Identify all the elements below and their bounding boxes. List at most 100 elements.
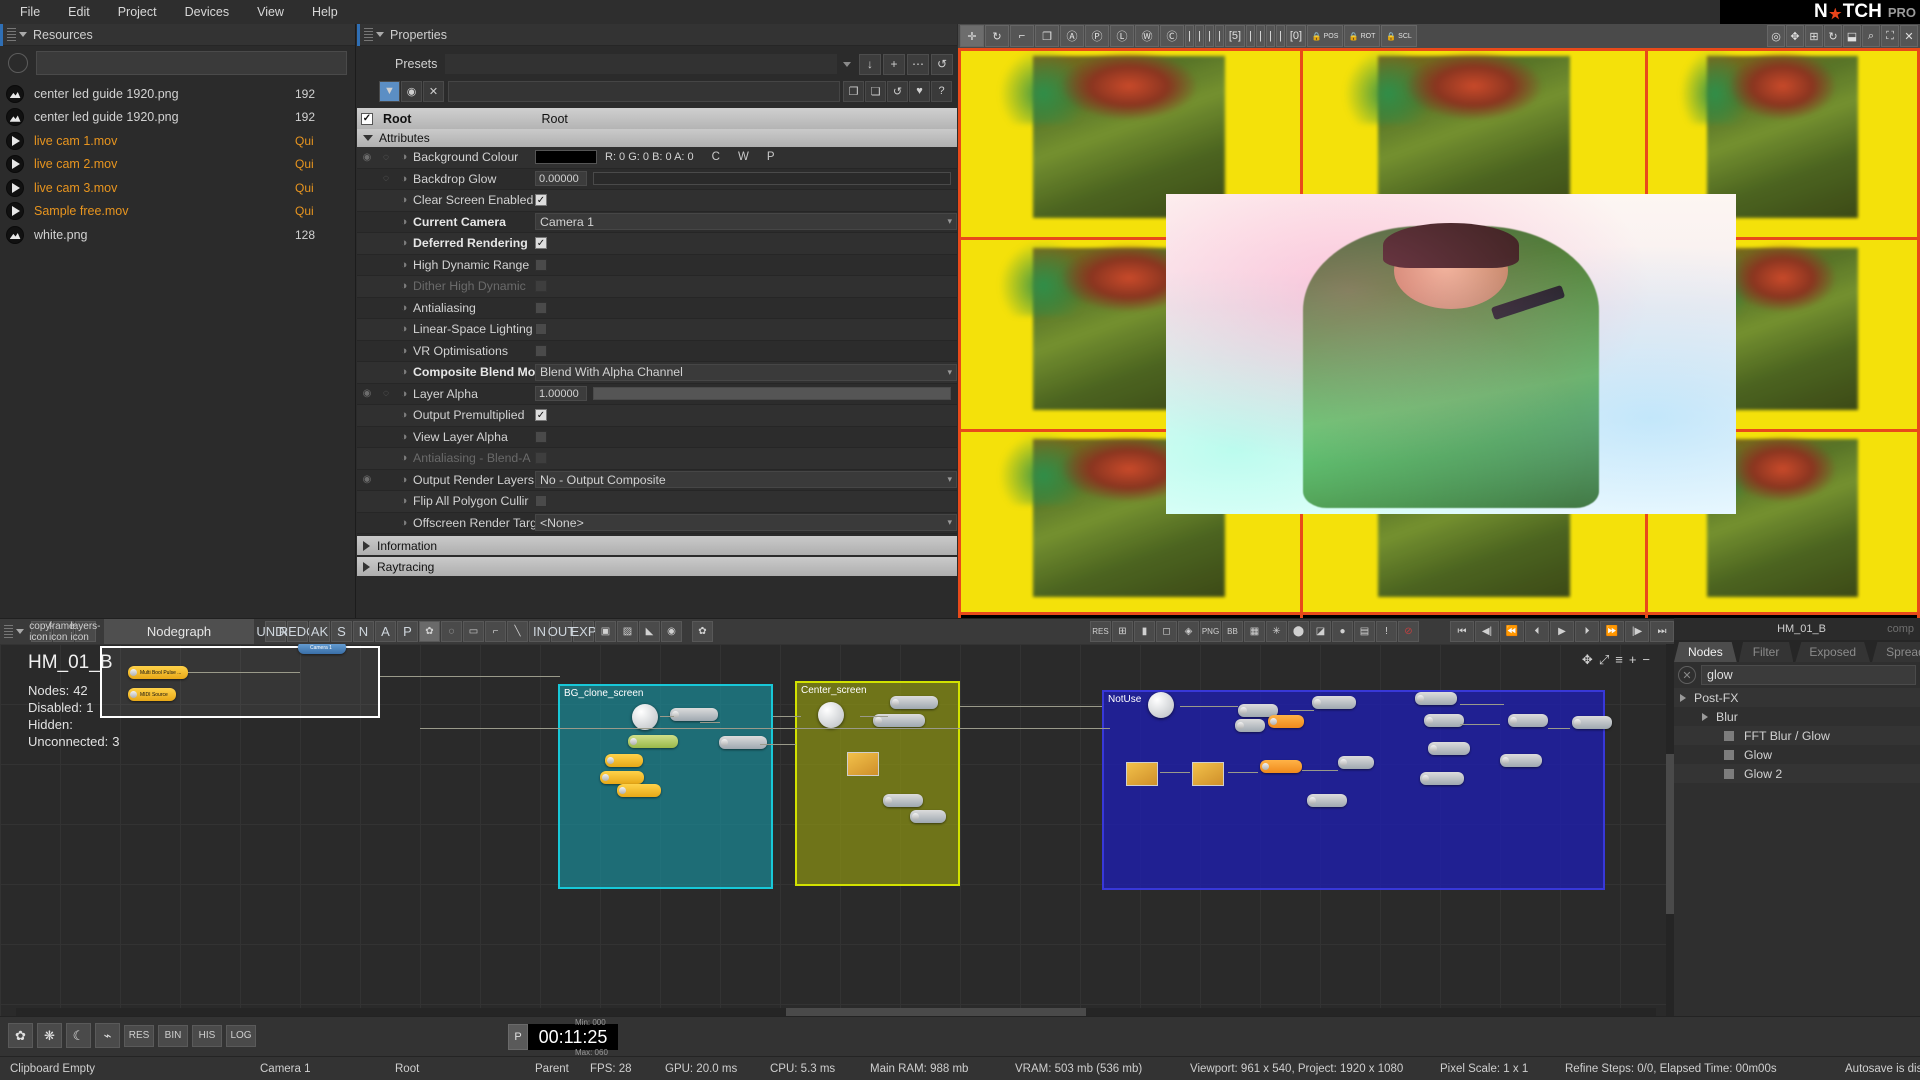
attribute-value[interactable]: No - Output Composite ▾ [535, 471, 957, 489]
viewport-target-icon[interactable]: ◎ [1767, 25, 1785, 47]
viewport-layer-marker[interactable]: | [1195, 25, 1204, 47]
attribute-search-input[interactable] [448, 80, 840, 102]
attribute-dropdown[interactable]: <None> ▾ [535, 514, 957, 532]
attribute-row[interactable]: ◌ ◑ Backdrop Glow 0.00000 [357, 168, 957, 190]
nodegraph-tool-gradient-icon[interactable]: ◣ [639, 621, 660, 642]
nodegraph-node[interactable] [1260, 760, 1302, 773]
nodegraph-view-vr-icon[interactable]: ◪ [1310, 621, 1331, 642]
attribute-checkbox[interactable] [535, 258, 547, 271]
gizmo-zoom-in-icon[interactable]: + [1629, 652, 1637, 668]
transport-gear-icon[interactable]: ✿ [8, 1023, 33, 1048]
attribute-checkbox[interactable]: ✓ [535, 194, 547, 207]
attribute-checkbox[interactable] [535, 344, 547, 357]
attribute-key-icon[interactable]: ◌ [377, 152, 395, 163]
nodegraph-settings-gear-icon[interactable]: ✿ [692, 621, 713, 642]
node-swatch-icon[interactable] [1724, 768, 1734, 779]
viewport-move-gizmo-icon[interactable]: ✛ [960, 25, 984, 47]
menu-project[interactable]: Project [104, 2, 171, 22]
nodegraph-tool-a[interactable]: A [375, 621, 396, 642]
nodegraph-node[interactable] [670, 708, 718, 721]
node-pin[interactable] [892, 699, 899, 706]
attribute-row[interactable]: ◑ Deferred Rendering ✓ [357, 233, 957, 255]
viewport-render-canvas[interactable] [958, 48, 1920, 618]
viewport-lock-scl[interactable]: 🔒 SCL [1381, 25, 1417, 47]
attribute-row[interactable]: ◉ ◑ Output Render Layers No - Output Compos… [357, 469, 957, 491]
attribute-checkbox[interactable] [535, 301, 547, 314]
nodegraph-node[interactable] [890, 696, 938, 709]
viewport-layer-marker[interactable]: | [1256, 25, 1265, 47]
nodegraph-group[interactable]: BG_clone_screen [558, 684, 773, 889]
viewport-close-icon[interactable]: ✕ [1900, 25, 1918, 47]
node-pin[interactable] [875, 717, 882, 724]
nodegraph-tool-record-icon[interactable]: ◉ [661, 621, 682, 642]
attribute-value[interactable]: ✓ [535, 409, 957, 422]
gizmo-scale-icon[interactable]: ⤢ [1599, 652, 1609, 668]
section-information[interactable]: Information [357, 536, 957, 555]
nodegraph-node[interactable] [719, 736, 767, 749]
transport-button-bin[interactable]: BIN [158, 1024, 188, 1047]
viewport-layer-marker[interactable]: [0] [1286, 25, 1306, 47]
attribute-expose-icon[interactable]: ◑ [395, 280, 413, 292]
attribute-number-input[interactable]: 1.00000 [535, 386, 587, 402]
viewport-l-icon[interactable]: Ⓛ [1110, 25, 1134, 47]
attribute-expose-icon[interactable]: ◑ [395, 495, 413, 507]
nodegraph-view-png[interactable]: PNG [1200, 621, 1221, 642]
resources-search-input[interactable] [36, 51, 347, 75]
viewport-scale-gizmo-icon[interactable]: ⌐ [1010, 25, 1034, 47]
viewport-layer-marker[interactable]: | [1185, 25, 1194, 47]
viewport-duplicate-icon[interactable]: ❐ [1035, 25, 1059, 47]
nodegraph-node[interactable] [1235, 719, 1265, 732]
attribute-value[interactable]: <None> ▾ [535, 514, 957, 532]
nodegraph-view-res[interactable]: RES [1090, 621, 1111, 642]
drag-grip-icon[interactable] [364, 27, 373, 42]
nodegraph-transport-button[interactable]: ⏵ [1575, 621, 1599, 642]
nodegraph-transport-button[interactable]: ◀| [1475, 621, 1499, 642]
attribute-slider[interactable] [593, 387, 951, 401]
nodegraph-node[interactable] [1508, 714, 1548, 727]
nodegraph-transport-button[interactable]: ⏪ [1500, 621, 1524, 642]
nodegraph-node[interactable] [847, 752, 879, 776]
attribute-expose-icon[interactable]: ◑ [395, 452, 413, 464]
attributes-section-header[interactable]: Attributes [357, 129, 957, 147]
filter-funnel-icon[interactable]: ▼ [379, 80, 400, 102]
drag-grip-icon[interactable] [7, 27, 16, 42]
nodegraph-tool-rect-icon[interactable]: ▭ [463, 621, 484, 642]
nodegraph-node[interactable] [910, 810, 946, 823]
attribute-slider[interactable] [593, 172, 951, 186]
colour-mode-w[interactable]: W [738, 151, 749, 163]
attribute-row[interactable]: ◑ Clear Screen Enabled ✓ [357, 190, 957, 212]
resource-row[interactable]: live cam 2.mov Qui [0, 153, 355, 177]
transport-button-his[interactable]: HIS [192, 1024, 222, 1047]
attribute-expose-icon[interactable]: ◑ [395, 517, 413, 529]
viewport-layer-marker[interactable]: | [1246, 25, 1255, 47]
preset-more-button[interactable]: ⋯ [907, 53, 929, 75]
nodegraph-node[interactable] [883, 794, 923, 807]
chevron-down-icon[interactable]: ▾ [947, 367, 952, 378]
attribute-animate-icon[interactable]: ◉ [357, 152, 377, 163]
nodegraph-layers-icon[interactable]: layers-icon [71, 621, 101, 643]
node-pin[interactable] [619, 787, 626, 794]
attribute-checkbox[interactable]: ✓ [535, 409, 547, 422]
attribute-key-icon[interactable]: ◌ [377, 388, 395, 399]
root-node-row[interactable]: ✓ Root Root [357, 108, 957, 129]
attribute-value[interactable] [535, 452, 957, 465]
nodegraph-transport-button[interactable]: ⏮ [1450, 621, 1474, 642]
attribute-expose-icon[interactable]: ◑ [395, 237, 413, 249]
attribute-checkbox[interactable] [535, 495, 547, 508]
viewport-lock-pos[interactable]: 🔒 POS [1307, 25, 1343, 47]
chevron-right-icon[interactable] [1680, 693, 1686, 702]
nodes-panel-tab-nodes[interactable]: Nodes [1674, 642, 1737, 662]
attribute-dropdown[interactable]: No - Output Composite ▾ [535, 471, 957, 489]
nodegraph-transport-button[interactable]: ⏭ [1650, 621, 1674, 642]
nodegraph-transport-button[interactable]: ⏩ [1600, 621, 1624, 642]
clear-search-icon[interactable]: ✕ [1678, 666, 1696, 684]
resource-row[interactable]: Sample free.mov Qui [0, 200, 355, 224]
section-raytracing[interactable]: Raytracing [357, 557, 957, 576]
node-pin[interactable] [1262, 763, 1269, 770]
attribute-expose-icon[interactable]: ◑ [395, 259, 413, 271]
node-pin[interactable] [1340, 759, 1347, 766]
viewport-ak-icon[interactable]: Ⓐ [1060, 25, 1084, 47]
viewport-layer-marker[interactable]: [5] [1225, 25, 1245, 47]
viewport-w-icon[interactable]: Ⓦ [1135, 25, 1159, 47]
node-pin[interactable] [885, 797, 892, 804]
